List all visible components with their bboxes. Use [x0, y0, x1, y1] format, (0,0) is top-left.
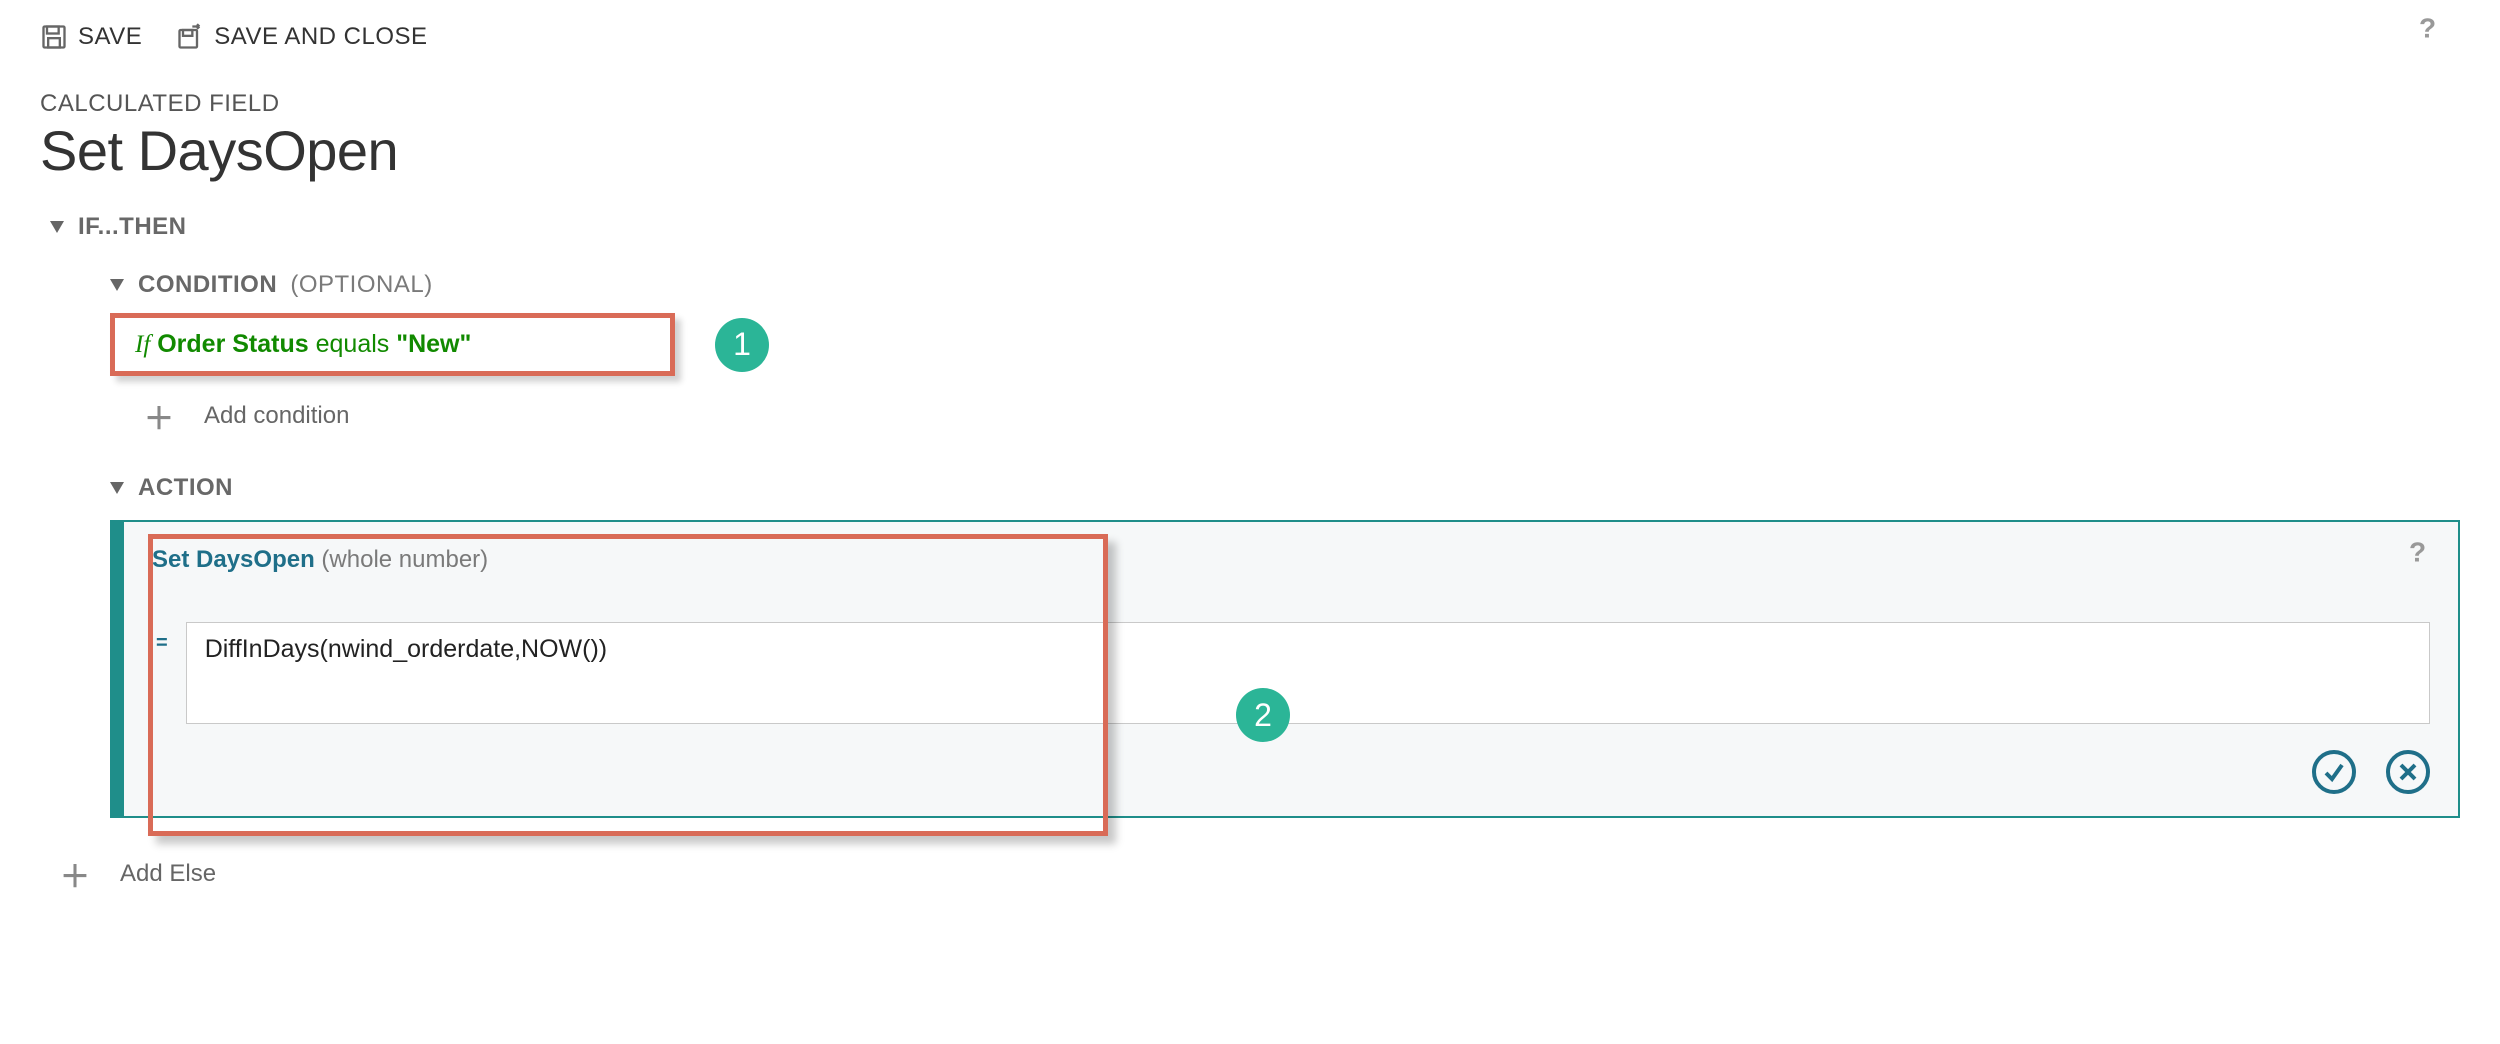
page-subtitle: CALCULATED FIELD — [40, 90, 2460, 118]
action-section-label: ACTION — [138, 474, 233, 502]
plus-icon[interactable]: ＋ — [144, 394, 174, 438]
action-title: Set DaysOpen (whole number) — [152, 546, 2430, 574]
if-then-label: IF...THEN — [78, 213, 187, 241]
cancel-button[interactable] — [2386, 750, 2430, 794]
add-else-link[interactable]: Add Else — [120, 860, 216, 888]
toolbar: SAVE SAVE AND CLOSE — [40, 12, 2460, 62]
check-icon — [2322, 760, 2346, 784]
page-title: Set DaysOpen — [40, 118, 2460, 183]
save-button-label: SAVE — [78, 23, 142, 51]
if-then-header[interactable]: IF...THEN — [50, 213, 2460, 241]
condition-field: Order Status — [157, 330, 308, 358]
condition-expression-text: If Order Status equals "New" — [135, 330, 650, 359]
action-title-type: (whole number) — [321, 546, 488, 573]
condition-header[interactable]: CONDITION (OPTIONAL) — [110, 271, 2460, 299]
formula-input[interactable] — [186, 622, 2430, 724]
confirm-button[interactable] — [2312, 750, 2356, 794]
close-icon — [2396, 760, 2420, 784]
annotation-badge-2: 2 — [1236, 688, 1290, 742]
equals-sign: = — [156, 632, 168, 655]
add-condition-link[interactable]: Add condition — [204, 402, 349, 430]
condition-expression[interactable]: If Order Status equals "New" — [110, 313, 675, 376]
svg-text:?: ? — [2409, 538, 2426, 566]
condition-section-label: CONDITION (OPTIONAL) — [138, 271, 433, 299]
action-panel: ? Set DaysOpen (whole number) = 2 — [110, 520, 2460, 818]
svg-text:?: ? — [2419, 14, 2436, 42]
save-and-close-button-label: SAVE AND CLOSE — [214, 23, 427, 51]
condition-value: "New" — [396, 330, 471, 358]
plus-icon[interactable]: ＋ — [60, 852, 90, 896]
condition-section-label-text: CONDITION — [138, 271, 277, 298]
condition-operator: equals — [316, 330, 390, 358]
condition-section-suffix: (OPTIONAL) — [290, 271, 432, 298]
save-icon — [40, 23, 68, 51]
help-icon[interactable]: ? — [2412, 14, 2440, 47]
save-close-icon — [176, 23, 204, 51]
help-icon[interactable]: ? — [2402, 538, 2430, 571]
action-title-prefix: Set — [152, 546, 189, 573]
condition-if-prefix: If — [135, 331, 150, 358]
collapse-caret-icon — [110, 482, 124, 494]
action-title-fieldname: DaysOpen — [196, 546, 315, 573]
save-button[interactable]: SAVE — [40, 23, 142, 51]
action-header[interactable]: ACTION — [110, 474, 2460, 502]
collapse-caret-icon — [110, 279, 124, 291]
collapse-caret-icon — [50, 221, 64, 233]
annotation-badge-1: 1 — [715, 318, 769, 372]
save-and-close-button[interactable]: SAVE AND CLOSE — [176, 23, 427, 51]
